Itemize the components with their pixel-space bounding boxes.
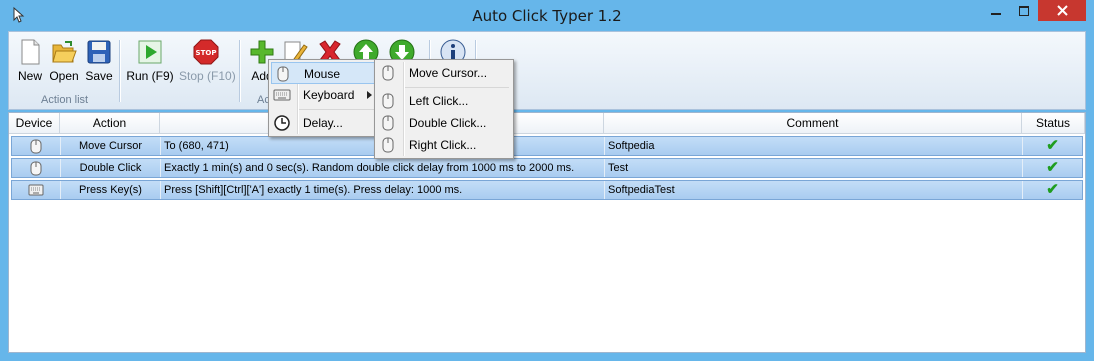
column-header-comment[interactable]: Comment — [604, 113, 1022, 134]
menu-item-left-click[interactable]: Left Click... — [377, 90, 511, 112]
submenu-arrow-icon — [367, 91, 372, 99]
stop-label: Stop (F10) — [179, 69, 236, 83]
status-cell: ✔ — [1023, 159, 1082, 177]
add-menu: Mouse Keyboard Delay... — [268, 59, 380, 137]
mouse-icon — [277, 66, 289, 82]
table-row[interactable]: Move Cursor To (680, 471) Softpedia ✔ — [11, 136, 1083, 156]
menu-separator — [405, 87, 509, 88]
column-header-device[interactable]: Device — [9, 113, 60, 134]
mouse-icon — [30, 139, 42, 154]
details-cell: Exactly 1 min(s) and 0 sec(s). Random do… — [161, 159, 605, 177]
minimize-button[interactable] — [982, 0, 1010, 21]
action-list-group-label: Action list — [41, 94, 89, 106]
stop-button[interactable]: STOP Stop (F10) — [179, 39, 236, 83]
app-window: Auto Click Typer 1.2 New Open Save Actio… — [0, 0, 1094, 361]
ribbon-separator — [119, 40, 121, 102]
close-icon — [1056, 5, 1068, 16]
run-button[interactable]: Run (F9) — [125, 39, 175, 83]
run-label: Run (F9) — [126, 69, 174, 83]
comment-cell: Softpedia — [605, 137, 1023, 155]
clock-icon — [274, 115, 290, 131]
svg-text:STOP: STOP — [196, 49, 217, 57]
device-cell — [12, 159, 61, 177]
mouse-submenu: Move Cursor... Left Click... Double Clic… — [374, 59, 514, 159]
comment-cell: Test — [605, 159, 1023, 177]
keyboard-icon — [28, 184, 44, 196]
minimize-icon — [991, 12, 1001, 15]
save-button[interactable]: Save — [82, 39, 116, 83]
play-icon — [138, 40, 162, 64]
title-bar[interactable]: Auto Click Typer 1.2 — [0, 0, 1094, 30]
keyboard-icon — [273, 89, 291, 101]
table-row[interactable]: Press Key(s) Press [Shift][Ctrl]['A'] ex… — [11, 180, 1083, 200]
checkmark-icon: ✔ — [1046, 181, 1059, 198]
device-cell — [12, 181, 61, 199]
action-cell: Press Key(s) — [61, 181, 161, 199]
new-label: New — [17, 69, 42, 83]
menu-item-mouse[interactable]: Mouse — [271, 62, 377, 84]
window-title: Auto Click Typer 1.2 — [472, 7, 622, 25]
stop-sign-icon: STOP — [193, 39, 219, 65]
checkmark-icon: ✔ — [1046, 159, 1059, 176]
ribbon-separator — [239, 40, 241, 102]
menu-item-right-click[interactable]: Right Click... — [377, 134, 511, 156]
new-button[interactable]: New — [13, 39, 47, 83]
comment-cell: SoftpediaTest — [605, 181, 1023, 199]
action-cell: Double Click — [61, 159, 161, 177]
column-header-status[interactable]: Status — [1022, 113, 1085, 134]
mouse-icon — [382, 65, 394, 81]
checkmark-icon: ✔ — [1046, 137, 1059, 154]
action-table: Device Action Comment Status Move Cursor… — [8, 112, 1086, 353]
details-cell: Press [Shift][Ctrl]['A'] exactly 1 time(… — [161, 181, 605, 199]
folder-open-icon — [52, 41, 77, 63]
menu-item-double-click[interactable]: Double Click... — [377, 112, 511, 134]
mouse-icon — [30, 161, 42, 176]
mouse-icon — [382, 115, 394, 131]
mouse-icon — [382, 137, 394, 153]
open-button[interactable]: Open — [47, 39, 81, 83]
menu-item-move-cursor[interactable]: Move Cursor... — [377, 62, 511, 84]
save-label: Save — [85, 69, 113, 83]
maximize-icon — [1018, 5, 1029, 16]
status-cell: ✔ — [1023, 181, 1082, 199]
ribbon-toolbar: New Open Save Action list Run (F9) STOP … — [8, 31, 1086, 110]
column-header-action[interactable]: Action — [60, 113, 160, 134]
status-cell: ✔ — [1023, 137, 1082, 155]
mouse-icon — [382, 93, 394, 109]
menu-item-keyboard[interactable]: Keyboard — [271, 84, 377, 106]
new-document-icon — [21, 39, 40, 65]
floppy-disk-icon — [87, 40, 111, 64]
menu-item-delay[interactable]: Delay... — [271, 112, 377, 134]
open-label: Open — [49, 69, 79, 83]
close-button[interactable] — [1038, 0, 1086, 21]
table-row[interactable]: Double Click Exactly 1 min(s) and 0 sec(… — [11, 158, 1083, 178]
maximize-button[interactable] — [1010, 0, 1037, 21]
device-cell — [12, 137, 61, 155]
action-cell: Move Cursor — [61, 137, 161, 155]
menu-separator — [299, 109, 375, 110]
